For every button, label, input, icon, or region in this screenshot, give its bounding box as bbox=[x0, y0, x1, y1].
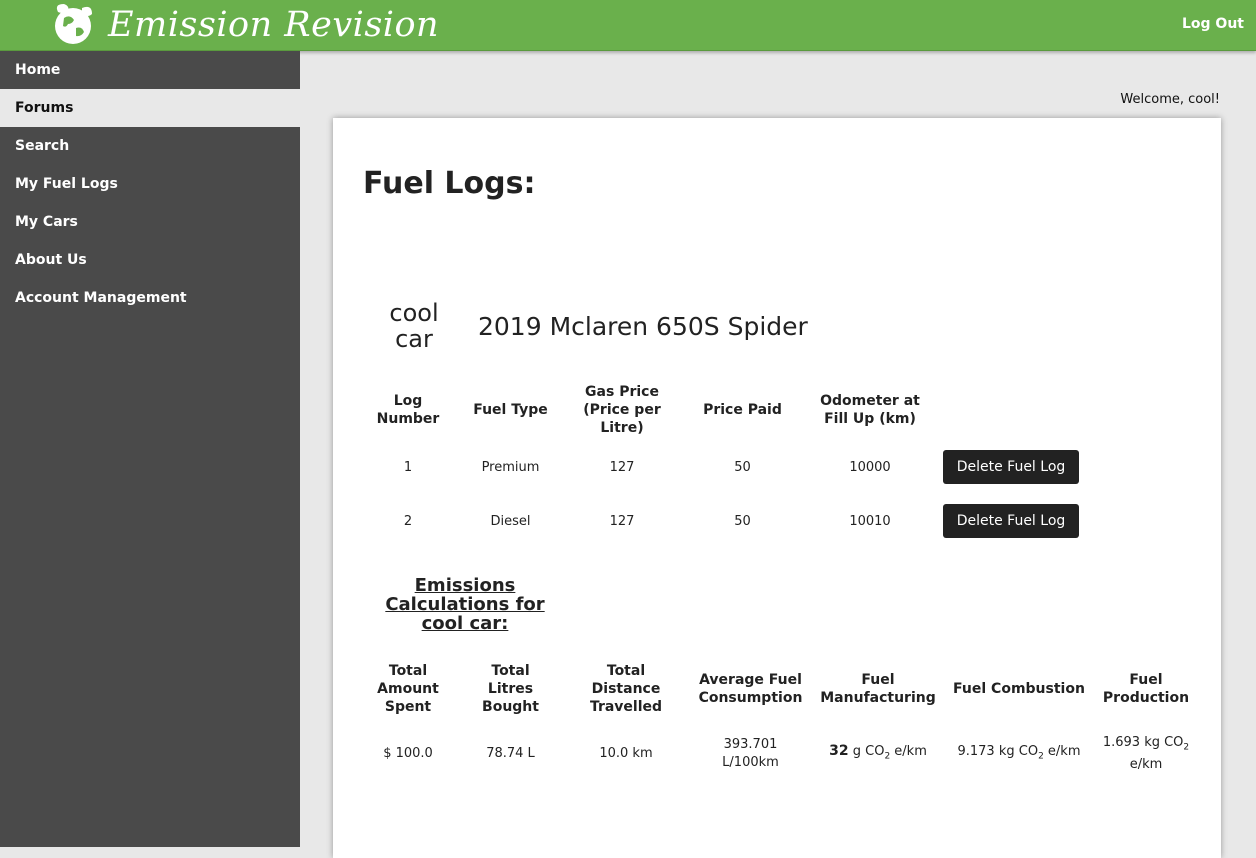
fuel-combustion-unit-suffix: e/km bbox=[1043, 743, 1081, 759]
fuel-type: Premium bbox=[481, 459, 540, 475]
column-header-gas-price: Gas Price (Price per Litre) bbox=[583, 384, 661, 436]
fuel-manufacturing-unit-suffix: e/km bbox=[890, 744, 927, 760]
sidebar-item-home[interactable]: Home bbox=[0, 51, 300, 89]
actions-cell: Delete Fuel Log bbox=[931, 440, 1091, 494]
column-header-price-paid: Price Paid bbox=[703, 402, 782, 418]
actions-cell: Delete Fuel Log bbox=[931, 494, 1091, 548]
welcome-message: Welcome, cool! bbox=[1120, 92, 1220, 107]
delete-fuel-log-button[interactable]: Delete Fuel Log bbox=[943, 504, 1079, 538]
sidebar-item-my-fuel-logs[interactable]: My Fuel Logs bbox=[0, 165, 300, 203]
logout-link[interactable]: Log Out bbox=[1182, 16, 1244, 32]
brand-logo[interactable]: Emission Revision bbox=[50, 2, 439, 48]
table-header-row: Log Number Fuel Type Gas Price (Price pe… bbox=[363, 380, 1091, 440]
sidebar-item-account-management[interactable]: Account Management bbox=[0, 279, 300, 317]
fuel-production-value: 1.693 kg CO bbox=[1102, 734, 1184, 750]
fuel-manufacturing-value: 32 bbox=[829, 743, 849, 760]
log-number: 1 bbox=[403, 459, 413, 475]
odometer: 10000 bbox=[849, 459, 891, 475]
column-header-actions bbox=[931, 380, 1091, 440]
column-header-total-amount-spent: Total Amount Spent bbox=[377, 663, 439, 715]
log-number: 2 bbox=[403, 513, 413, 529]
column-header-odometer: Odometer at Fill Up (km) bbox=[820, 393, 920, 427]
sidebar-item-search[interactable]: Search bbox=[0, 127, 300, 165]
odometer: 10010 bbox=[849, 513, 891, 529]
gas-price: 127 bbox=[609, 513, 635, 529]
fuel-combustion: 9.173 kg CO2 e/km bbox=[939, 725, 1099, 783]
fuel-manufacturing: 32 g CO2 e/km bbox=[817, 725, 939, 783]
emissions-table: Total Amount Spent Total Litres Bought T… bbox=[363, 653, 1193, 783]
total-amount-spent: $ 100.0 bbox=[383, 746, 433, 761]
emissions-heading: Emissions Calculations for cool car: bbox=[385, 575, 545, 634]
table-header-row: Total Amount Spent Total Litres Bought T… bbox=[363, 653, 1193, 725]
delete-fuel-log-button[interactable]: Delete Fuel Log bbox=[943, 450, 1079, 484]
total-litres-bought: 78.74 L bbox=[486, 746, 535, 761]
leaf-globe-icon bbox=[55, 4, 92, 44]
column-header-fuel-type: Fuel Type bbox=[473, 402, 548, 418]
sidebar-item-forums[interactable]: Forums bbox=[0, 89, 300, 127]
table-row: 1 Premium 127 50 10000 Delete Fuel Log bbox=[363, 440, 1091, 494]
sidebar-item-about-us[interactable]: About Us bbox=[0, 241, 300, 279]
column-header-fuel-combustion: Fuel Combustion bbox=[953, 681, 1085, 697]
sidebar-item-my-cars[interactable]: My Cars bbox=[0, 203, 300, 241]
subscript: 2 bbox=[1183, 742, 1190, 753]
fuel-logs-table: Log Number Fuel Type Gas Price (Price pe… bbox=[363, 380, 1091, 548]
price-paid: 50 bbox=[734, 459, 751, 475]
sidebar-nav: Home Forums Search My Fuel Logs My Cars … bbox=[0, 51, 300, 847]
top-header: Emission Revision Log Out bbox=[0, 0, 1256, 51]
column-header-log-number: Log Number bbox=[376, 393, 440, 427]
fuel-combustion-value: 9.173 kg CO bbox=[957, 743, 1039, 759]
fuel-logs-card: Fuel Logs: cool car 2019 Mclaren 650S Sp… bbox=[333, 118, 1221, 858]
page-title: Fuel Logs: bbox=[363, 166, 536, 201]
column-header-fuel-manufacturing: Fuel Manufacturing bbox=[820, 672, 936, 706]
fuel-production: 1.693 kg CO2 e/km bbox=[1099, 725, 1193, 783]
column-header-total-distance: Total Distance Travelled bbox=[589, 663, 663, 715]
avg-consumption: 393.701 L/100km bbox=[722, 737, 779, 770]
column-header-avg-consumption: Average Fuel Consumption bbox=[698, 672, 803, 706]
table-row: $ 100.0 78.74 L 10.0 km 393.701 L/100km … bbox=[363, 725, 1193, 783]
brand-name: Emission Revision bbox=[108, 5, 440, 45]
price-paid: 50 bbox=[734, 513, 751, 529]
fuel-manufacturing-unit: g CO bbox=[852, 744, 885, 760]
table-row: 2 Diesel 127 50 10010 Delete Fuel Log bbox=[363, 494, 1091, 548]
total-distance: 10.0 km bbox=[599, 746, 653, 761]
fuel-type: Diesel bbox=[490, 513, 531, 529]
gas-price: 127 bbox=[609, 459, 635, 475]
column-header-total-litres-bought: Total Litres Bought bbox=[482, 663, 539, 715]
car-nickname: cool car bbox=[389, 299, 439, 353]
column-header-fuel-production: Fuel Production bbox=[1102, 672, 1190, 706]
car-name: 2019 Mclaren 650S Spider bbox=[478, 312, 808, 341]
fuel-production-unit-suffix: e/km bbox=[1129, 757, 1163, 773]
